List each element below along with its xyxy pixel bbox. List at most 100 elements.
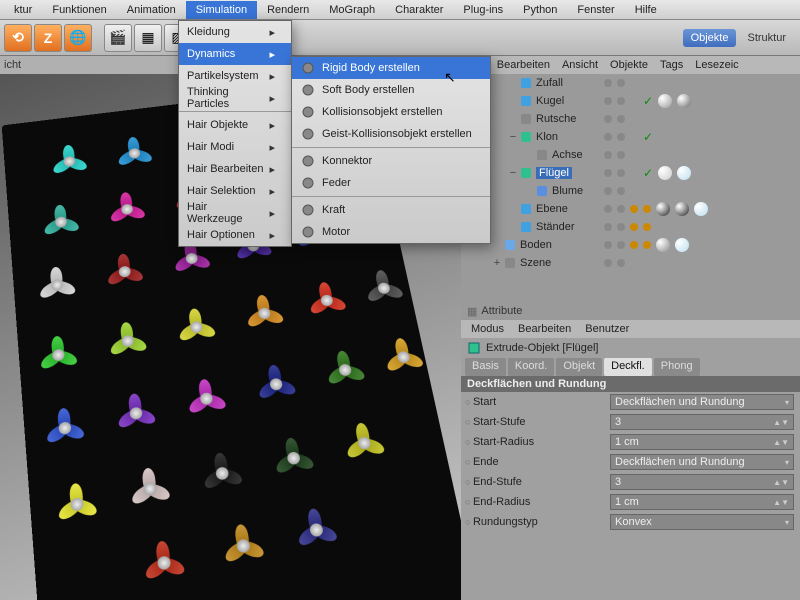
tag-row[interactable] [600, 200, 800, 218]
attrtab-objekt[interactable]: Objekt [556, 358, 602, 376]
object-tree[interactable]: ZufallKugelRutsche−KlonAchse−FlügelBlume… [461, 74, 800, 302]
menu-charakter[interactable]: Charakter [385, 1, 453, 19]
tab-objekte[interactable]: Objekte [683, 29, 737, 47]
spinner-object [99, 247, 150, 296]
spinner-object [135, 533, 193, 593]
prop-field[interactable]: Deckflächen und Rundung▾ [610, 394, 794, 410]
tag-row[interactable]: ✓ [600, 164, 800, 182]
prop-row: StartDeckflächen und Rundung▾ [461, 392, 800, 412]
menu-icon [300, 202, 316, 218]
null-icon [519, 112, 533, 126]
spinner-object [33, 329, 85, 381]
prop-field[interactable]: 3▲▼ [610, 414, 794, 430]
tag-row[interactable] [600, 182, 800, 200]
menu-mograph[interactable]: MoGraph [319, 1, 385, 19]
spinner-object [335, 416, 393, 471]
tag-row[interactable] [600, 236, 800, 254]
menu-simulation[interactable]: Simulation [186, 1, 257, 19]
menu-item[interactable]: Rigid Body erstellen [292, 57, 490, 79]
objmenu-item[interactable]: Ansicht [562, 59, 598, 71]
spinner-object [38, 401, 92, 456]
tag-row[interactable] [600, 146, 800, 164]
menu-item[interactable]: Hair Bearbeiten▸ [179, 158, 291, 180]
menu-item[interactable]: Konnektor [292, 150, 490, 172]
menu-plug-ins[interactable]: Plug-ins [453, 1, 513, 19]
tree-label: Boden [520, 239, 552, 251]
menu-item[interactable]: Geist-Kollisionsobjekt erstellen [292, 123, 490, 145]
attribute-menubar: Modus Bearbeiten Benutzer [461, 320, 800, 338]
objmenu-item[interactable]: Bearbeiten [497, 59, 550, 71]
tool-undo-icon[interactable]: ⟲ [4, 24, 32, 52]
menu-item[interactable]: Hair Optionen▸ [179, 224, 291, 246]
menu-item[interactable]: Partikelsystem▸ [179, 65, 291, 87]
menu-item[interactable]: Soft Body erstellen [292, 79, 490, 101]
spinner-object [248, 358, 304, 411]
menu-item[interactable]: Hair Objekte▸ [179, 114, 291, 136]
menu-item[interactable]: Kollisionsobjekt erstellen [292, 101, 490, 123]
dynamics-submenu[interactable]: Rigid Body erstellenSoft Body erstellenK… [291, 56, 491, 244]
tool-clapper-icon[interactable]: 🎬 [104, 24, 132, 52]
prop-row: Start-Radius1 cm▲▼ [461, 432, 800, 452]
spinner-object [102, 186, 152, 233]
menu-item[interactable]: Hair Modi▸ [179, 136, 291, 158]
attribute-panel: ▦Attribute ModusBearbeitenBenutzer Extru… [461, 302, 800, 532]
tag-row[interactable] [600, 218, 800, 236]
tag-row[interactable] [600, 254, 800, 272]
attrtab-basis[interactable]: Basis [465, 358, 506, 376]
spinner-object [110, 131, 159, 176]
tag-row[interactable] [600, 74, 800, 92]
menu-python[interactable]: Python [513, 1, 567, 19]
attribute-tabs: BasisKoord.ObjektDeckfl.Phong [461, 358, 800, 376]
prop-field[interactable]: Konvex▾ [610, 514, 794, 530]
prop-field[interactable]: 1 cm▲▼ [610, 494, 794, 510]
objmenu-item[interactable]: Tags [660, 59, 683, 71]
attrmenu-item[interactable]: Bearbeiten [518, 323, 571, 335]
menu-item[interactable]: Hair Selektion▸ [179, 180, 291, 202]
menu-ktur[interactable]: ktur [4, 1, 42, 19]
tool-render-icon[interactable]: ▦ [134, 24, 162, 52]
menu-item[interactable]: Kleidung▸ [179, 21, 291, 43]
spinner-object [170, 302, 224, 353]
attrmenu-item[interactable]: Modus [471, 323, 504, 335]
tab-struktur[interactable]: Struktur [739, 29, 794, 47]
spinner-object [102, 315, 155, 366]
prop-field[interactable]: Deckflächen und Rundung▾ [610, 454, 794, 470]
menu-rendern[interactable]: Rendern [257, 1, 319, 19]
tool-globe-icon[interactable]: 🌐 [64, 24, 92, 52]
main-menubar: kturFunktionenAnimationSimulationRendern… [0, 0, 800, 20]
attrtab-deckfl.[interactable]: Deckfl. [604, 358, 652, 376]
prop-row: EndeDeckflächen und Rundung▾ [461, 452, 800, 472]
spinner-object [32, 260, 83, 309]
attrtab-koord.[interactable]: Koord. [508, 358, 554, 376]
menu-funktionen[interactable]: Funktionen [42, 1, 116, 19]
attrmenu-item[interactable]: Benutzer [585, 323, 629, 335]
spinner-object [300, 276, 355, 326]
prop-row: Start-Stufe3▲▼ [461, 412, 800, 432]
tag-row[interactable]: ✓ [600, 128, 800, 146]
prop-field[interactable]: 1 cm▲▼ [610, 434, 794, 450]
simulation-menu[interactable]: Kleidung▸Dynamics▸Partikelsystem▸Thinkin… [178, 20, 292, 247]
menu-animation[interactable]: Animation [117, 1, 186, 19]
menu-item[interactable]: Hair Werkzeuge▸ [179, 202, 291, 224]
menu-item[interactable]: Kraft [292, 199, 490, 221]
tool-axis-icon[interactable]: Z [34, 24, 62, 52]
menu-item[interactable]: Thinking Particles▸ [179, 87, 291, 109]
menu-item[interactable]: Dynamics▸ [179, 43, 291, 65]
menu-item[interactable]: Motor [292, 221, 490, 243]
tree-label: Rutsche [536, 113, 576, 125]
spinner-object [214, 517, 273, 576]
floor-icon [503, 238, 517, 252]
menu-fenster[interactable]: Fenster [567, 1, 624, 19]
clone-icon [519, 130, 533, 144]
menu-icon [300, 153, 316, 169]
prop-label: End-Radius [465, 496, 610, 508]
tag-row[interactable]: ✓ [600, 92, 800, 110]
prop-field[interactable]: 3▲▼ [610, 474, 794, 490]
menu-item[interactable]: Feder [292, 172, 490, 194]
objmenu-item[interactable]: Lesezeic [695, 59, 738, 71]
menu-hilfe[interactable]: Hilfe [625, 1, 667, 19]
attrtab-phong[interactable]: Phong [654, 358, 700, 376]
right-panel: Objekte Struktur ateiBearbeitenAnsichtOb… [461, 20, 800, 600]
tag-row[interactable] [600, 110, 800, 128]
objmenu-item[interactable]: Objekte [610, 59, 648, 71]
